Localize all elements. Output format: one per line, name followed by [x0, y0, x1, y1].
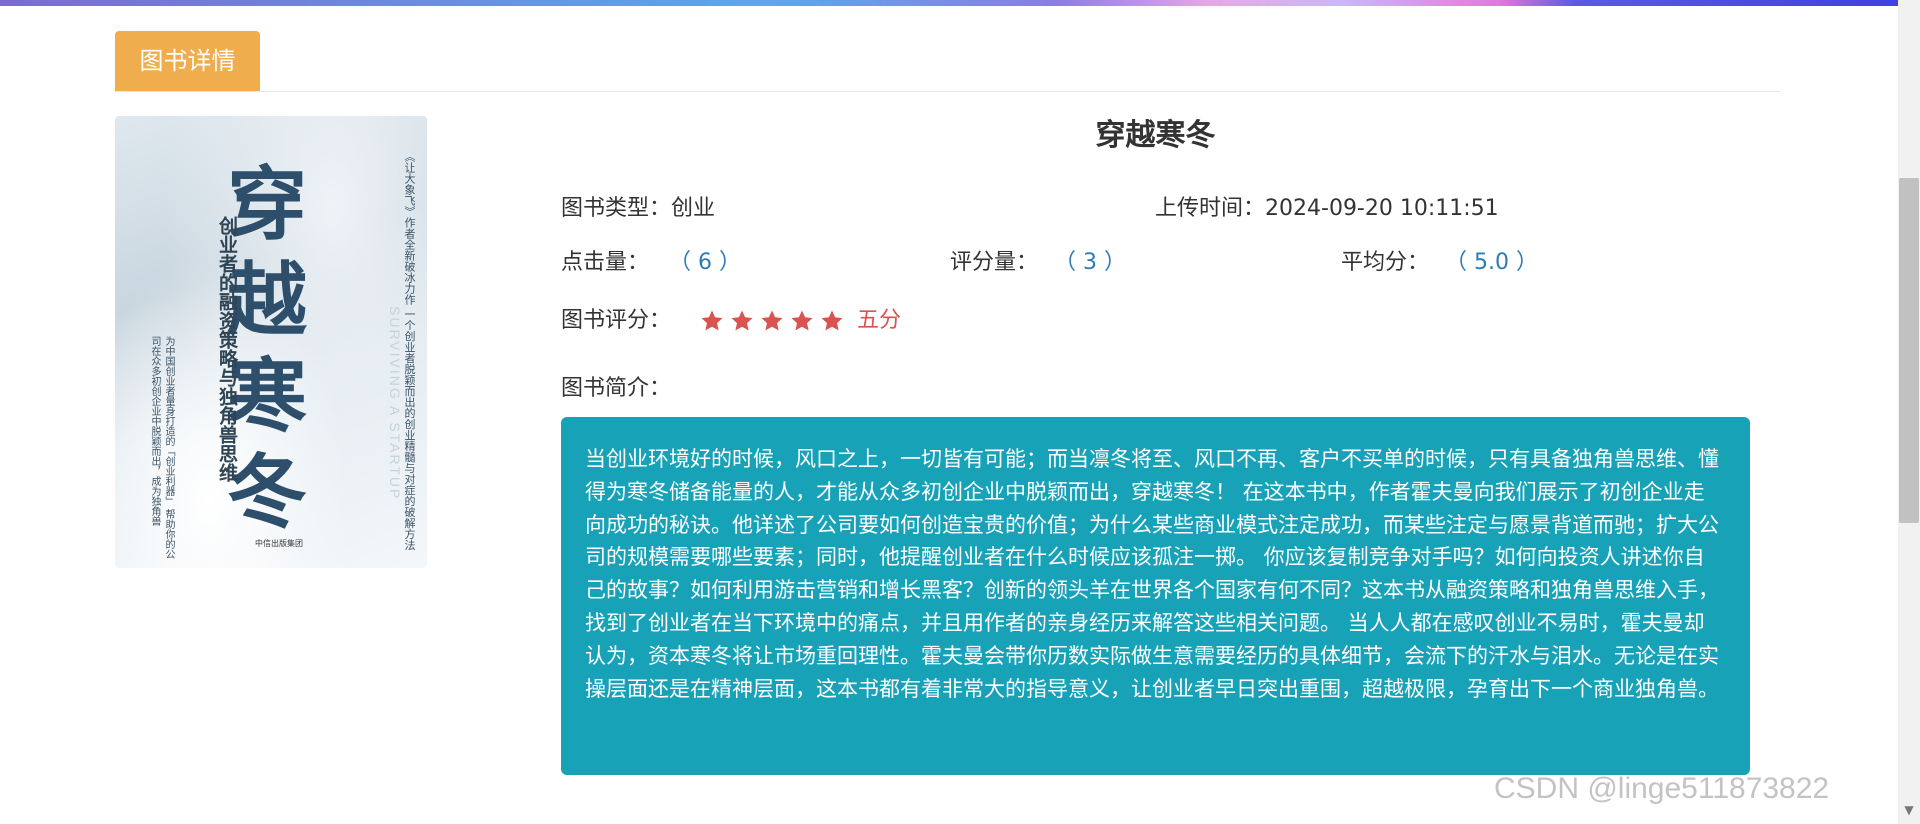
- ratings-count-label: 评分量：: [950, 250, 1039, 275]
- star-icon[interactable]: [730, 309, 754, 333]
- upload-time-label: 上传时间：: [1155, 196, 1266, 221]
- cover-english-title: SURVIVING A STARTUP: [387, 306, 403, 501]
- star-icon[interactable]: [820, 309, 844, 333]
- book-type-row: 图书类型：创业: [561, 194, 715, 224]
- top-gradient-bar: [0, 0, 1920, 6]
- book-type-label: 图书类型：: [561, 196, 672, 221]
- upload-time-row: 上传时间：2024-09-20 10:11:51: [1155, 194, 1499, 224]
- average-score-value: （ 5.0 ）: [1445, 250, 1538, 275]
- tab-book-details[interactable]: 图书详情: [115, 31, 260, 91]
- clicks-row: 点击量： （ 6 ）: [561, 248, 741, 278]
- cover-left-text: 为中国创业者量身打造的「创业利器」 帮助你的公司在众多初创企业中脱颖而出，成为独…: [149, 336, 174, 560]
- clicks-value: （ 6 ）: [669, 250, 741, 275]
- tab-bar: 图书详情: [115, 31, 1780, 92]
- book-type-value: 创业: [671, 196, 716, 221]
- ratings-count-row: 评分量： （ 3 ）: [950, 248, 1126, 278]
- ratings-count-value: （ 3 ）: [1054, 250, 1126, 275]
- book-cover-image: 穿越寒冬 创业者的融资策略与独角兽思维 《让大象飞》作者全新破冰力作 一个创业者…: [115, 116, 427, 568]
- average-score-row: 平均分： （ 5.0 ）: [1341, 248, 1538, 278]
- cover-publisher: 中信出版集团: [255, 539, 303, 548]
- csdn-watermark: CSDN @linge511873822: [1494, 772, 1830, 805]
- cover-subtitle: 创业者的融资策略与独角兽思维: [216, 216, 238, 482]
- intro-box: 当创业环境好的时候，风口之上，一切皆有可能；而当凛冬将至、风口不再、客户不买单的…: [561, 417, 1750, 775]
- scrollbar-thumb[interactable]: [1899, 178, 1919, 523]
- upload-time-value: 2024-09-20 10:11:51: [1265, 196, 1499, 221]
- book-rating-label: 图书评分：: [561, 308, 672, 333]
- clicks-label: 点击量：: [561, 250, 650, 275]
- scroll-down-icon[interactable]: ▼: [1899, 800, 1919, 820]
- cover-title: 穿越寒冬: [227, 157, 307, 539]
- intro-text: 当创业环境好的时候，风口之上，一切皆有可能；而当凛冬将至、风口不再、客户不买单的…: [585, 447, 1719, 701]
- intro-label: 图书简介：: [561, 376, 672, 401]
- rating-stars[interactable]: [700, 305, 850, 337]
- book-title: 穿越寒冬: [1095, 118, 1216, 153]
- star-icon[interactable]: [760, 309, 784, 333]
- average-score-label: 平均分：: [1341, 250, 1430, 275]
- star-icon[interactable]: [700, 309, 724, 333]
- star-icon[interactable]: [790, 309, 814, 333]
- rating-text: 五分: [857, 308, 902, 333]
